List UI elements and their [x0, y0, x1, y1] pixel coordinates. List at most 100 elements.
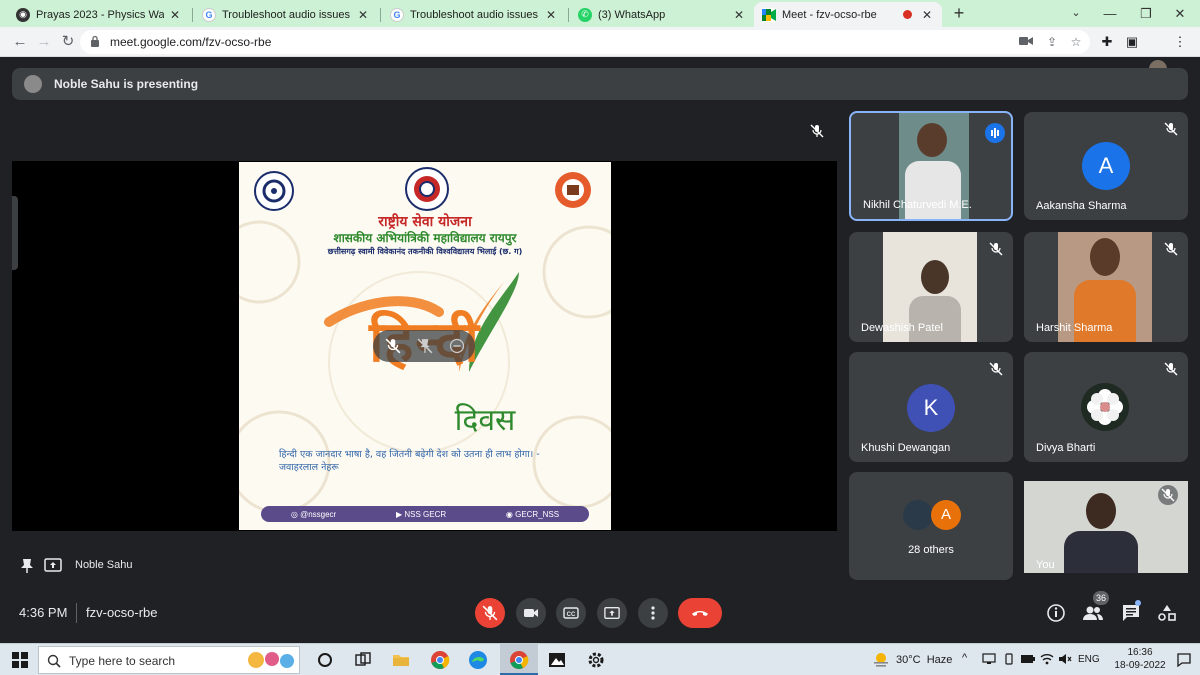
wifi-icon[interactable]	[1040, 653, 1054, 665]
meeting-time: 4:36 PM	[19, 605, 68, 620]
participant-tile-dewashish[interactable]: Dewashish Patel	[849, 232, 1013, 342]
meeting-details-icon[interactable]	[1046, 603, 1066, 623]
speaking-indicator-icon	[985, 123, 1005, 143]
camera-toggle-button[interactable]	[516, 598, 546, 628]
more-menu-icon[interactable]: ⋮	[1172, 34, 1188, 50]
edge-icon[interactable]	[468, 650, 488, 670]
minimize-button[interactable]: —	[1090, 0, 1130, 27]
windows-taskbar: Type here to search 30°C Haze ^ ENG 16:3…	[0, 643, 1200, 675]
extensions-icon[interactable]: ✚	[1099, 34, 1115, 50]
presenter-overlay-controls[interactable]	[373, 330, 475, 362]
tab-physics-wallah[interactable]: ◉ Prayas 2023 - Physics Wallah ✕	[8, 2, 190, 27]
weather-haze-icon[interactable]	[872, 652, 890, 668]
present-screen-icon	[44, 558, 62, 572]
mic-off-icon	[1164, 242, 1178, 256]
lock-icon[interactable]	[90, 35, 100, 47]
task-view-icon[interactable]	[353, 650, 373, 670]
people-icon[interactable]	[1082, 603, 1104, 623]
others-avatar-image	[903, 500, 933, 530]
close-icon[interactable]: ✕	[168, 8, 182, 22]
clock-time[interactable]: 16:36	[1116, 647, 1164, 658]
google-icon: G	[202, 7, 216, 22]
participant-tile-harshit[interactable]: Harshit Sharma	[1024, 232, 1188, 342]
tab-whatsapp[interactable]: ✆ (3) WhatsApp ✕	[570, 2, 754, 27]
share-icon[interactable]: ⇪	[1044, 34, 1060, 50]
notifications-icon[interactable]	[1176, 652, 1192, 668]
close-window-button[interactable]: ✕	[1160, 0, 1200, 27]
cortana-icon[interactable]	[315, 650, 335, 670]
activities-icon[interactable]	[1157, 603, 1177, 623]
participant-tile-you[interactable]: You	[1024, 481, 1188, 573]
omnibox[interactable]: meet.google.com/fzv-ocso-rbe	[80, 30, 1090, 54]
tab-title: Troubleshoot audio issues in Goo	[222, 8, 352, 21]
others-count-label: 28 others	[908, 544, 954, 556]
participant-tile-aakansha[interactable]: A Aakansha Sharma	[1024, 112, 1188, 220]
new-tab-button[interactable]: +	[950, 4, 968, 22]
bookmark-star-icon[interactable]: ☆	[1068, 34, 1084, 50]
camera-permission-icon[interactable]	[1018, 34, 1034, 50]
pin-icon[interactable]	[20, 558, 34, 574]
nss-logo	[405, 167, 449, 211]
participant-name: Nikhil Chaturvedi M.E.	[863, 199, 972, 211]
speaker-muted-icon[interactable]	[1058, 653, 1072, 665]
network-icon[interactable]	[982, 653, 996, 665]
tab-separator	[380, 8, 381, 22]
camera-icon	[524, 609, 538, 617]
participant-tile-khushi[interactable]: K Khushi Dewangan	[849, 352, 1013, 462]
participant-tile-others[interactable]: A 28 others	[849, 472, 1013, 580]
pin-off-icon[interactable]	[417, 338, 433, 354]
chrome-icon	[510, 651, 529, 669]
taskbar-chrome-active[interactable]	[500, 644, 538, 675]
participant-tile-divya[interactable]: Divya Bharti	[1024, 352, 1188, 462]
close-icon[interactable]: ✕	[732, 8, 746, 22]
slide-title-diwas: दिवस	[454, 403, 516, 438]
more-options-button[interactable]	[638, 598, 668, 628]
tab-separator	[568, 8, 569, 22]
google-meet-icon	[762, 7, 776, 22]
participant-name: Khushi Dewangan	[861, 442, 951, 454]
input-language[interactable]: ENG	[1078, 654, 1100, 665]
tab-meet[interactable]: Meet - fzv-ocso-rbe ✕	[754, 2, 942, 27]
url-text[interactable]: meet.google.com/fzv-ocso-rbe	[110, 35, 271, 49]
photos-icon[interactable]	[547, 650, 567, 670]
participant-tile-nikhil[interactable]: Nikhil Chaturvedi M.E.	[849, 111, 1013, 221]
clock-date[interactable]: 18-09-2022	[1110, 660, 1170, 671]
reload-button[interactable]: ↻	[58, 32, 78, 52]
mic-off-icon[interactable]	[385, 338, 401, 354]
tray-chevron-icon[interactable]: ^	[962, 652, 967, 664]
instagram-icon: ◎	[290, 509, 301, 519]
file-explorer-icon[interactable]	[391, 650, 411, 670]
side-panel-icon[interactable]: ▣	[1124, 34, 1140, 50]
weather-text[interactable]: 30°C Haze	[896, 654, 952, 666]
chrome-icon[interactable]	[430, 650, 450, 670]
mic-off-icon	[810, 124, 824, 138]
browser-tab-bar: ◉ Prayas 2023 - Physics Wallah ✕ G Troub…	[0, 0, 1200, 27]
remove-icon[interactable]	[449, 338, 465, 354]
settings-gear-icon[interactable]	[586, 650, 606, 670]
participant-count-badge: 36	[1093, 591, 1109, 605]
close-icon[interactable]: ✕	[544, 8, 558, 22]
chat-icon[interactable]	[1121, 603, 1141, 623]
back-button[interactable]: ←	[10, 32, 30, 52]
windows-start-icon[interactable]	[10, 650, 30, 670]
mic-off-icon	[989, 242, 1003, 256]
captions-button[interactable]: CC	[556, 598, 586, 628]
forward-button[interactable]: →	[34, 32, 54, 52]
more-vert-icon	[651, 606, 655, 620]
side-panel-handle[interactable]	[12, 196, 18, 270]
close-icon[interactable]: ✕	[356, 8, 370, 22]
taskbar-search-box[interactable]: Type here to search	[38, 646, 300, 674]
chat-notification-dot	[1135, 600, 1141, 606]
tab-troubleshoot-1[interactable]: G Troubleshoot audio issues in Goo ✕	[194, 2, 378, 27]
participant-avatar: A	[1082, 142, 1130, 190]
university-logo	[555, 172, 591, 208]
leave-call-button[interactable]	[678, 598, 722, 628]
present-now-button[interactable]	[597, 598, 627, 628]
mic-toggle-button[interactable]	[475, 598, 505, 628]
usb-icon[interactable]	[1002, 653, 1016, 665]
tab-troubleshoot-2[interactable]: G Troubleshoot audio issues in Goo ✕	[382, 2, 566, 27]
battery-icon[interactable]	[1020, 654, 1036, 664]
svg-text:CC: CC	[567, 612, 576, 618]
close-icon[interactable]: ✕	[920, 8, 934, 22]
tab-title: Troubleshoot audio issues in Goo	[410, 8, 540, 21]
